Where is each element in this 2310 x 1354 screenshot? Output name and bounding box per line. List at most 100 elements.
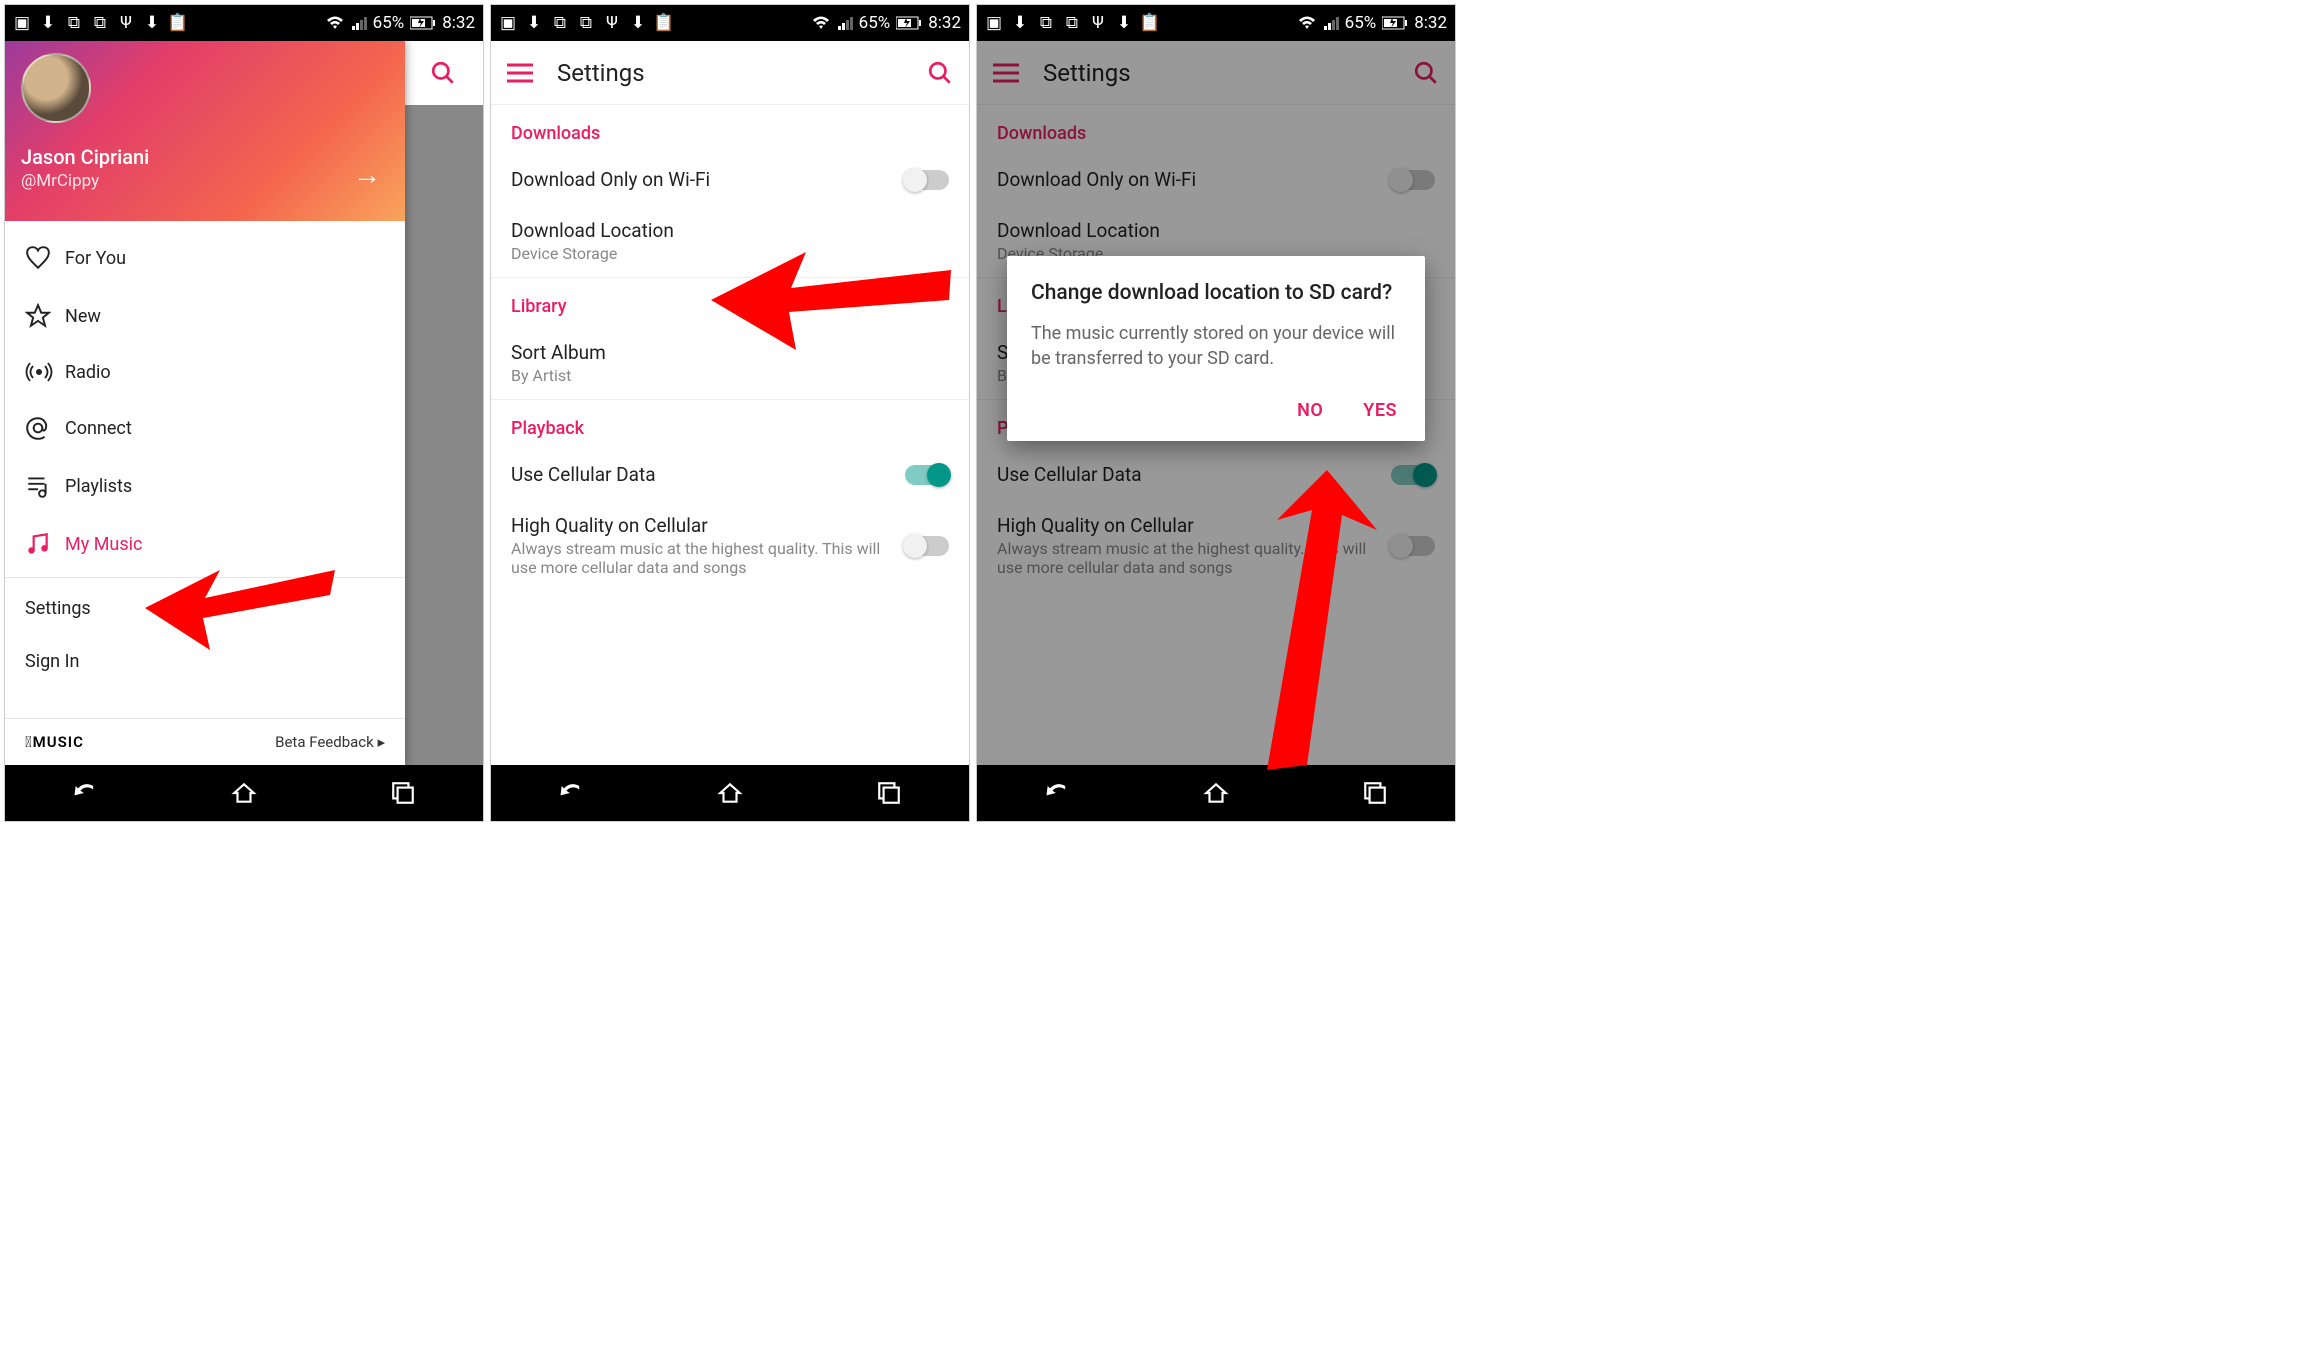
star-icon	[25, 303, 65, 329]
status-bar: ▣ ⬇ ⧉ ⧉ Ψ ⬇ 📋 65% 8:32	[977, 5, 1455, 41]
page-title: Settings	[557, 59, 927, 87]
dialog-message: The music currently stored on your devic…	[1031, 321, 1401, 371]
dev-icon-2: ⧉	[1063, 14, 1081, 32]
setting-download-location[interactable]: Download Location Device Storage	[491, 205, 969, 277]
battery-icon	[410, 16, 436, 30]
signal-icon	[1323, 15, 1339, 31]
usb-icon: Ψ	[603, 14, 621, 32]
setting-cellular[interactable]: Use Cellular Data	[491, 449, 969, 500]
setting-title: Download Location	[511, 219, 949, 242]
nav-settings[interactable]: Settings	[5, 582, 405, 635]
dialog-no-button[interactable]: NO	[1293, 392, 1327, 429]
system-nav-bar	[491, 765, 969, 821]
dev-icon-2: ⧉	[91, 14, 109, 32]
app-bar: Settings	[491, 41, 969, 105]
status-bar: ▣ ⬇ ⧉ ⧉ Ψ ⬇ 📋 65% 8:32	[491, 5, 969, 41]
usb-icon: Ψ	[117, 14, 135, 32]
dev-icon-2: ⧉	[577, 14, 595, 32]
download-icon-2: ⬇	[143, 14, 161, 32]
setting-subtitle: By Artist	[511, 366, 949, 385]
setting-title: Sort Album	[511, 341, 949, 364]
setting-title: Use Cellular Data	[511, 463, 905, 486]
system-nav-bar	[5, 765, 483, 821]
section-downloads: Downloads	[491, 105, 969, 154]
screenshot-3: ▣ ⬇ ⧉ ⧉ Ψ ⬇ 📋 65% 8:32 Settings Download…	[976, 4, 1456, 822]
battery-icon	[1382, 16, 1408, 30]
recent-button[interactable]	[1345, 773, 1405, 813]
setting-title: High Quality on Cellular	[511, 514, 905, 537]
nav-label: Radio	[65, 362, 111, 383]
back-button[interactable]	[55, 773, 115, 813]
nav-radio[interactable]: Radio	[5, 345, 405, 399]
nav-label: Playlists	[65, 476, 132, 497]
clipboard-icon: 📋	[655, 14, 673, 32]
image-icon: ▣	[13, 14, 31, 32]
dev-icon: ⧉	[551, 14, 569, 32]
download-icon-2: ⬇	[629, 14, 647, 32]
nav-my-music[interactable]: My Music	[5, 515, 405, 573]
home-button[interactable]	[214, 773, 274, 813]
arrow-right-icon[interactable]: →	[353, 158, 381, 191]
signal-icon	[351, 15, 367, 31]
setting-download-wifi[interactable]: Download Only on Wi-Fi	[491, 154, 969, 205]
dialog-title: Change download location to SD card?	[1031, 280, 1401, 307]
setting-hq-cellular[interactable]: High Quality on Cellular Always stream m…	[491, 500, 969, 591]
beta-feedback-link[interactable]: Beta Feedback ▸	[275, 733, 385, 751]
download-icon: ⬇	[525, 14, 543, 32]
recent-button[interactable]	[859, 773, 919, 813]
nav-label: My Music	[65, 534, 142, 555]
section-library: Library	[491, 278, 969, 327]
playlist-icon	[25, 473, 65, 499]
toggle-hq[interactable]	[905, 536, 949, 556]
section-playback: Playback	[491, 400, 969, 449]
back-button[interactable]	[1027, 773, 1087, 813]
wifi-icon	[1297, 15, 1317, 31]
at-icon	[25, 415, 65, 441]
download-icon: ⬇	[39, 14, 57, 32]
brand-logo: MUSIC	[25, 733, 84, 751]
wifi-icon	[325, 15, 345, 31]
dev-icon: ⧉	[1037, 14, 1055, 32]
search-icon[interactable]	[927, 60, 953, 86]
nav-label: Connect	[65, 418, 132, 439]
clock: 8:32	[1414, 13, 1447, 33]
home-button[interactable]	[700, 773, 760, 813]
home-button[interactable]	[1186, 773, 1246, 813]
battery-pct: 65%	[373, 13, 405, 33]
toggle-cellular[interactable]	[905, 465, 949, 485]
nav-new[interactable]: New	[5, 287, 405, 345]
image-icon: ▣	[499, 14, 517, 32]
nav-for-you[interactable]: For You	[5, 229, 405, 287]
user-handle: @MrCippy	[21, 171, 389, 191]
download-icon-2: ⬇	[1115, 14, 1133, 32]
toggle-wifi-only[interactable]	[905, 170, 949, 190]
battery-icon	[896, 16, 922, 30]
setting-sort-album[interactable]: Sort Album By Artist	[491, 327, 969, 399]
nav-connect[interactable]: Connect	[5, 399, 405, 457]
dialog-yes-button[interactable]: YES	[1359, 392, 1401, 429]
status-bar: ▣ ⬇ ⧉ ⧉ Ψ ⬇ 📋 65% 8:32	[5, 5, 483, 41]
hamburger-icon[interactable]	[507, 63, 533, 83]
music-icon	[25, 531, 65, 557]
clipboard-icon: 📋	[1141, 14, 1159, 32]
nav-label: Sign In	[25, 651, 79, 672]
clipboard-icon: 📋	[169, 14, 187, 32]
nav-sign-in[interactable]: Sign In	[5, 635, 405, 688]
user-name: Jason Cipriani	[21, 145, 389, 169]
system-nav-bar	[977, 765, 1455, 821]
clock: 8:32	[928, 13, 961, 33]
dev-icon: ⧉	[65, 14, 83, 32]
nav-label: For You	[65, 248, 126, 269]
setting-subtitle: Always stream music at the highest quali…	[511, 539, 905, 577]
search-icon[interactable]	[430, 60, 456, 86]
back-button[interactable]	[541, 773, 601, 813]
download-icon: ⬇	[1011, 14, 1029, 32]
recent-button[interactable]	[373, 773, 433, 813]
drawer-header[interactable]: Jason Cipriani @MrCippy →	[5, 41, 405, 221]
drawer-scrim[interactable]	[403, 41, 483, 765]
settings-list[interactable]: Downloads Download Only on Wi-Fi Downloa…	[491, 105, 969, 765]
screenshot-1: ▣ ⬇ ⧉ ⧉ Ψ ⬇ 📋 65% 8:32	[4, 4, 484, 822]
nav-playlists[interactable]: Playlists	[5, 457, 405, 515]
avatar	[21, 53, 91, 123]
clock: 8:32	[442, 13, 475, 33]
